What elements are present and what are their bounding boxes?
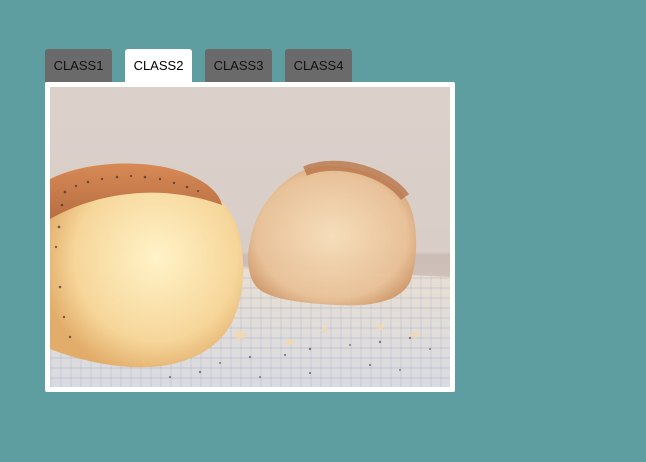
tab-content-panel: [45, 82, 455, 392]
tab-class1[interactable]: CLASS1: [45, 49, 112, 82]
tab-class4[interactable]: CLASS4: [285, 49, 352, 82]
tab-class3[interactable]: CLASS3: [205, 49, 272, 82]
bread-photo: [50, 87, 450, 387]
tabbed-widget-page: CLASS1 CLASS2 CLASS3 CLASS4: [0, 0, 646, 462]
tab-class2[interactable]: CLASS2: [125, 49, 192, 82]
tab-bar: CLASS1 CLASS2 CLASS3 CLASS4: [45, 49, 352, 82]
